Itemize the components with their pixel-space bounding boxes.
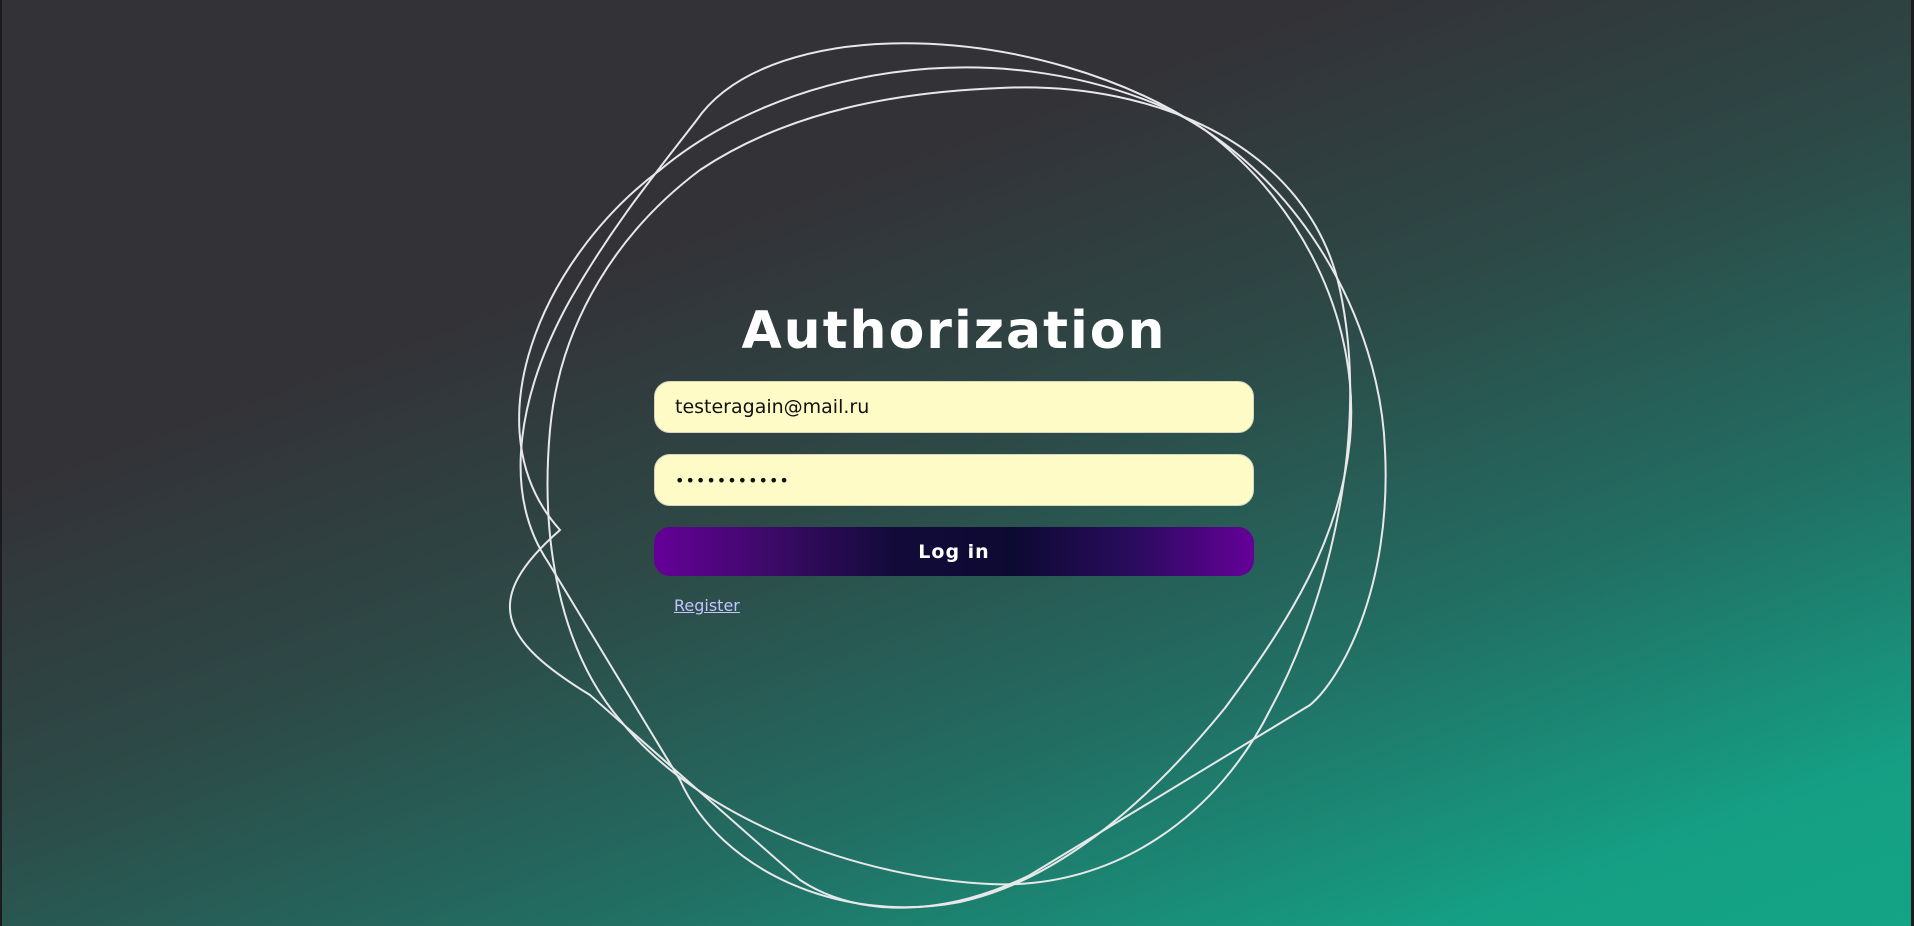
- email-field[interactable]: testeragain@mail.ru: [654, 381, 1254, 433]
- register-link[interactable]: Register: [674, 596, 740, 615]
- password-field[interactable]: •••••••••••: [654, 454, 1254, 506]
- page-title: Authorization: [741, 301, 1167, 361]
- login-button[interactable]: Log in: [654, 527, 1254, 576]
